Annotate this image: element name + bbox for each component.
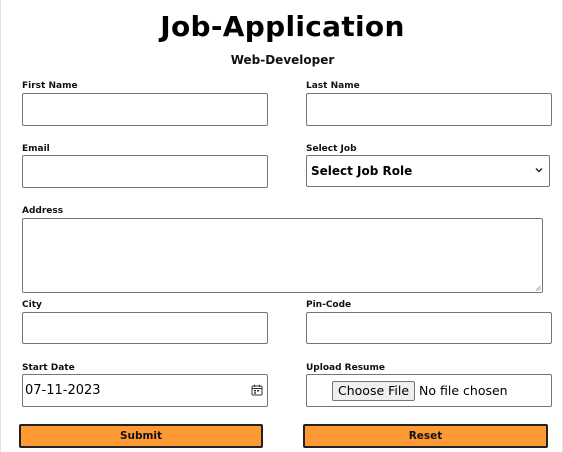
last-name-label: Last Name	[306, 81, 360, 91]
job-role-selected-value: Select Job Role	[311, 164, 413, 178]
job-role-select[interactable]: Select Job Role	[306, 155, 550, 187]
application-form-card: Job-Application Web-Developer First Name…	[0, 0, 563, 452]
first-name-label: First Name	[22, 81, 78, 91]
city-input[interactable]	[22, 312, 268, 344]
page-subtitle: Web-Developer	[230, 53, 335, 67]
pincode-input[interactable]	[306, 312, 552, 344]
address-textarea[interactable]	[22, 218, 543, 293]
calendar-icon[interactable]	[251, 384, 263, 396]
chevron-down-icon	[535, 168, 543, 173]
email-label: Email	[22, 144, 50, 154]
resume-file-input[interactable]: Choose File No file chosen	[306, 374, 552, 407]
upload-resume-label: Upload Resume	[306, 363, 385, 373]
email-input[interactable]	[22, 155, 268, 188]
choose-file-button[interactable]: Choose File	[332, 380, 416, 401]
reset-button[interactable]: Reset	[303, 424, 548, 448]
page-title: Job-Application	[160, 10, 405, 43]
start-date-input[interactable]: 07-11-2023	[22, 374, 268, 407]
first-name-input[interactable]	[22, 93, 268, 126]
file-status-text: No file chosen	[419, 383, 508, 398]
start-date-label: Start Date	[22, 363, 75, 373]
city-label: City	[22, 300, 42, 310]
start-date-value: 07-11-2023	[25, 383, 101, 398]
submit-button[interactable]: Submit	[19, 424, 263, 448]
pincode-label: Pin-Code	[306, 300, 352, 310]
select-job-label: Select Job	[306, 144, 357, 154]
address-label: Address	[22, 206, 64, 216]
resize-grip-icon[interactable]	[535, 285, 541, 291]
last-name-input[interactable]	[306, 93, 552, 126]
